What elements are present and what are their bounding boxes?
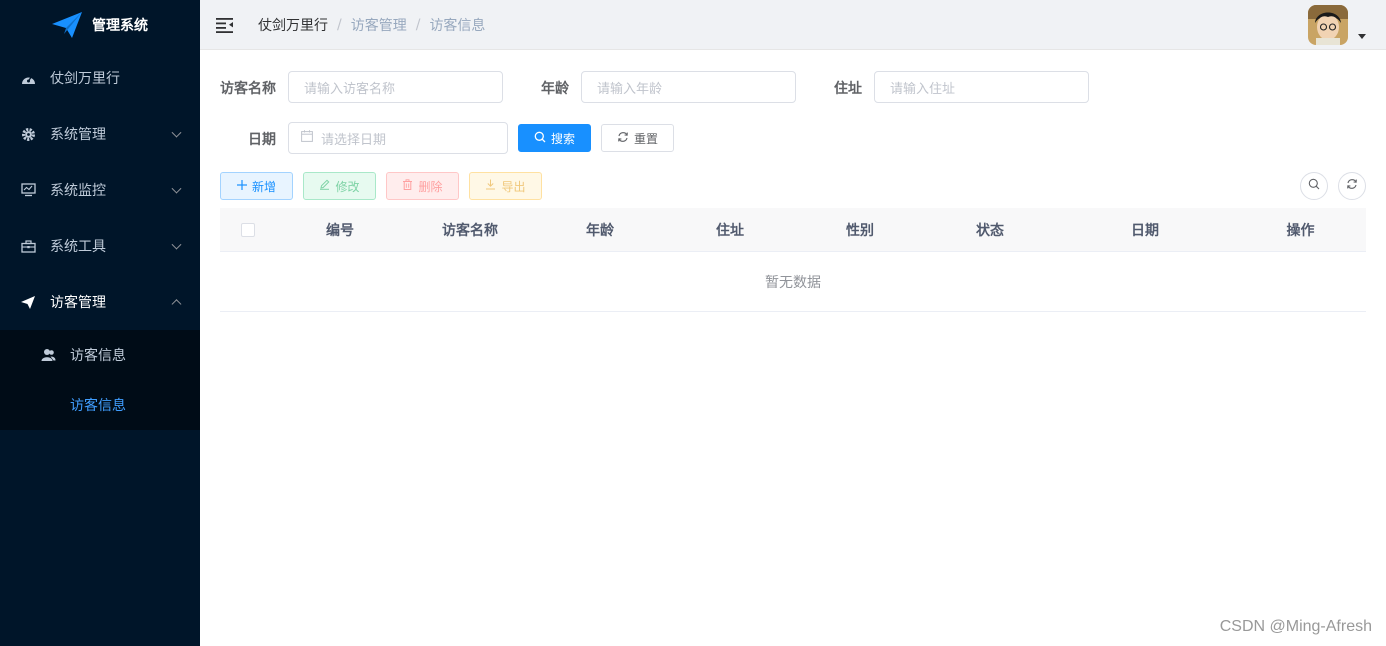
breadcrumb-item: 访客管理 bbox=[350, 18, 407, 34]
navbar: 仗剑万里行 / 访客管理 / 访客信息 bbox=[200, 0, 1386, 50]
reset-button[interactable]: 重置 bbox=[601, 124, 674, 152]
column-header: 性别 bbox=[846, 222, 874, 239]
breadcrumb-separator: / bbox=[337, 17, 342, 33]
sidebar-item-visitor-management[interactable]: 访客管理 bbox=[0, 274, 200, 330]
user-group-icon bbox=[40, 347, 56, 363]
refresh-button[interactable] bbox=[1338, 172, 1366, 200]
table-header: 编号 访客名称 年龄 住址 性别 状态 日期 操作 bbox=[220, 208, 1366, 252]
column-header: 编号 bbox=[326, 222, 354, 239]
sidebar-item-label: 系统监控 bbox=[50, 183, 106, 199]
search-icon bbox=[1308, 178, 1320, 194]
column-header: 住址 bbox=[716, 222, 744, 239]
sidebar-subitem-label: 访客信息 bbox=[70, 348, 126, 364]
sidebar-item-system-monitor[interactable]: 系统监控 bbox=[0, 162, 200, 218]
sidebar-item-system-tools[interactable]: 系统工具 bbox=[0, 218, 200, 274]
address-placeholder: 请输入住址 bbox=[890, 81, 956, 97]
column-header: 日期 bbox=[1131, 222, 1159, 239]
watermark: CSDN @Ming-Afresh bbox=[1219, 618, 1372, 635]
dashboard-icon bbox=[20, 70, 36, 86]
search-button-label: 搜索 bbox=[550, 131, 575, 146]
sidebar-item-label: 仗剑万里行 bbox=[50, 71, 120, 87]
date-placeholder: 请选择日期 bbox=[321, 132, 387, 148]
age-placeholder: 请输入年龄 bbox=[597, 81, 663, 97]
chevron-down-icon bbox=[171, 239, 182, 250]
delete-button-label: 删除 bbox=[418, 179, 443, 194]
table-empty-state: 暂无数据 bbox=[220, 252, 1366, 312]
monitor-icon bbox=[20, 182, 36, 198]
column-header: 访客名称 bbox=[442, 222, 498, 239]
chevron-down-icon bbox=[171, 127, 182, 138]
main-content: 访客名称 请输入访客名称 年龄 请输入年龄 住址 请输入住址 日期 请选择日期 … bbox=[200, 50, 1386, 646]
search-button[interactable]: 搜索 bbox=[518, 124, 591, 152]
toggle-search-button[interactable] bbox=[1300, 172, 1328, 200]
age-label: 年龄 bbox=[541, 81, 569, 97]
column-header: 操作 bbox=[1286, 222, 1315, 239]
paper-plane-logo-icon bbox=[52, 12, 82, 38]
sidebar-subitem-visitor-info-active[interactable]: 访客信息 bbox=[0, 380, 200, 430]
download-icon bbox=[485, 179, 496, 193]
edit-icon bbox=[319, 179, 330, 193]
logo-text: 管理系统 bbox=[92, 18, 148, 34]
visitor-name-label: 访客名称 bbox=[220, 81, 276, 97]
avatar[interactable] bbox=[1308, 5, 1348, 45]
date-picker[interactable]: 请选择日期 bbox=[288, 122, 508, 154]
age-input[interactable]: 请输入年龄 bbox=[581, 71, 796, 103]
trash-icon bbox=[402, 179, 413, 193]
paper-plane-icon bbox=[20, 294, 36, 310]
breadcrumb-separator: / bbox=[415, 17, 421, 33]
chevron-down-icon bbox=[171, 183, 182, 194]
visitor-table: 编号 访客名称 年龄 住址 性别 状态 日期 操作 暂无数据 bbox=[220, 208, 1366, 312]
sidebar-item-home[interactable]: 仗剑万里行 bbox=[0, 50, 200, 106]
caret-down-icon[interactable] bbox=[1358, 34, 1366, 39]
add-button[interactable]: 新增 bbox=[220, 172, 293, 200]
gear-icon bbox=[20, 126, 36, 142]
date-label: 日期 bbox=[248, 132, 276, 148]
column-header: 状态 bbox=[976, 222, 1004, 239]
select-all-checkbox[interactable] bbox=[240, 222, 255, 237]
visitor-submenu: 访客信息 访客信息 bbox=[0, 330, 200, 430]
logo[interactable]: 管理系统 bbox=[0, 0, 200, 50]
sidebar-item-label: 访客管理 bbox=[50, 295, 106, 311]
visitor-name-placeholder: 请输入访客名称 bbox=[304, 81, 396, 97]
edit-button[interactable]: 修改 bbox=[303, 172, 376, 200]
address-input[interactable]: 请输入住址 bbox=[874, 71, 1089, 103]
breadcrumb-item: 访客信息 bbox=[429, 18, 486, 34]
sidebar-subitem-label: 访客信息 bbox=[70, 398, 126, 414]
calendar-icon bbox=[301, 130, 313, 146]
select-all-cell bbox=[220, 222, 275, 237]
delete-button[interactable]: 删除 bbox=[386, 172, 459, 200]
toolbox-icon bbox=[20, 238, 36, 254]
reset-button-label: 重置 bbox=[633, 131, 658, 146]
column-header: 年龄 bbox=[586, 222, 614, 239]
sidebar-item-system-management[interactable]: 系统管理 bbox=[0, 106, 200, 162]
export-button[interactable]: 导出 bbox=[469, 172, 542, 200]
sidebar-item-label: 系统工具 bbox=[50, 239, 106, 255]
address-label: 住址 bbox=[834, 81, 862, 97]
breadcrumb-item[interactable]: 仗剑万里行 bbox=[258, 15, 328, 35]
add-button-label: 新增 bbox=[251, 179, 276, 194]
chevron-up-icon bbox=[171, 299, 182, 310]
hamburger-menu-icon[interactable] bbox=[216, 16, 234, 34]
plus-icon bbox=[236, 179, 247, 193]
empty-text: 暂无数据 bbox=[765, 274, 821, 291]
breadcrumb: 仗剑万里行 / 访客管理 / 访客信息 bbox=[258, 15, 485, 35]
sidebar: 管理系统 仗剑万里行 系统管理 系统监控 系统工具 访客管理 访客信息 访客信息 bbox=[0, 0, 200, 646]
export-button-label: 导出 bbox=[501, 179, 526, 194]
sidebar-subitem-visitor-info[interactable]: 访客信息 bbox=[0, 330, 200, 380]
visitor-name-input[interactable]: 请输入访客名称 bbox=[288, 71, 503, 103]
sidebar-item-label: 系统管理 bbox=[50, 127, 106, 143]
refresh-icon bbox=[617, 131, 629, 146]
edit-button-label: 修改 bbox=[335, 179, 360, 194]
refresh-icon bbox=[1346, 178, 1358, 194]
search-icon bbox=[534, 131, 546, 146]
